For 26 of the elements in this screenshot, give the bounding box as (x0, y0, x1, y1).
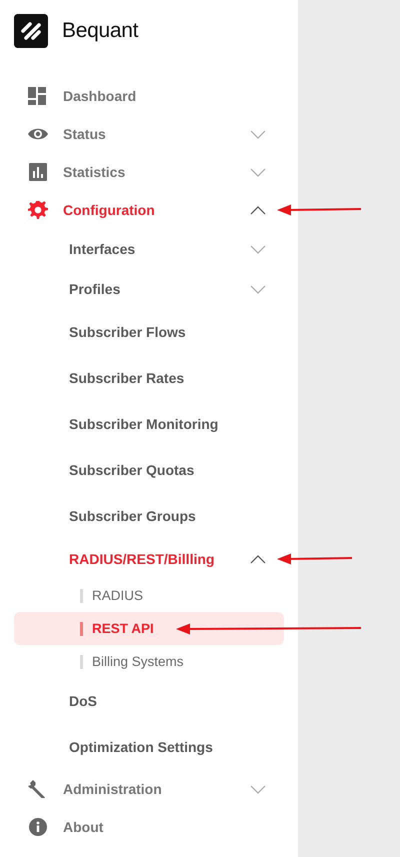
nav-item[interactable]: Optimization Settings (14, 724, 284, 770)
wrench-icon (28, 780, 48, 798)
nav-item[interactable]: Interfaces (14, 229, 284, 269)
nav-item[interactable]: Status (14, 115, 284, 153)
nav-item[interactable]: REST API (14, 612, 284, 645)
logo-icon (14, 14, 48, 48)
gear-icon (28, 201, 48, 219)
nav-item[interactable]: Subscriber Quotas (14, 447, 284, 493)
nav-item[interactable]: Subscriber Rates (14, 355, 284, 401)
nav-item[interactable]: Billing Systems (14, 645, 284, 678)
nav-item[interactable]: About (14, 808, 284, 846)
nav-item[interactable]: RADIUS (14, 579, 284, 612)
nav-item[interactable]: RADIUS/REST/Billling (14, 539, 284, 579)
nav-item[interactable]: Subscriber Flows (14, 309, 284, 355)
nav-item[interactable]: Subscriber Monitoring (14, 401, 284, 447)
nav-item[interactable]: Statistics (14, 153, 284, 191)
brand-name: Bequant (62, 19, 138, 43)
nav-item[interactable]: Subscriber Groups (14, 493, 284, 539)
nav-item[interactable]: Profiles (14, 269, 284, 309)
dashboard-icon (28, 87, 48, 105)
nav-item[interactable]: Dashboard (14, 77, 284, 115)
bar-chart-icon (28, 163, 48, 181)
nav-item[interactable]: Administration (14, 770, 284, 808)
nav-item[interactable]: Configuration (14, 191, 284, 229)
info-icon (28, 818, 48, 836)
nav-item[interactable]: DoS (14, 678, 284, 724)
